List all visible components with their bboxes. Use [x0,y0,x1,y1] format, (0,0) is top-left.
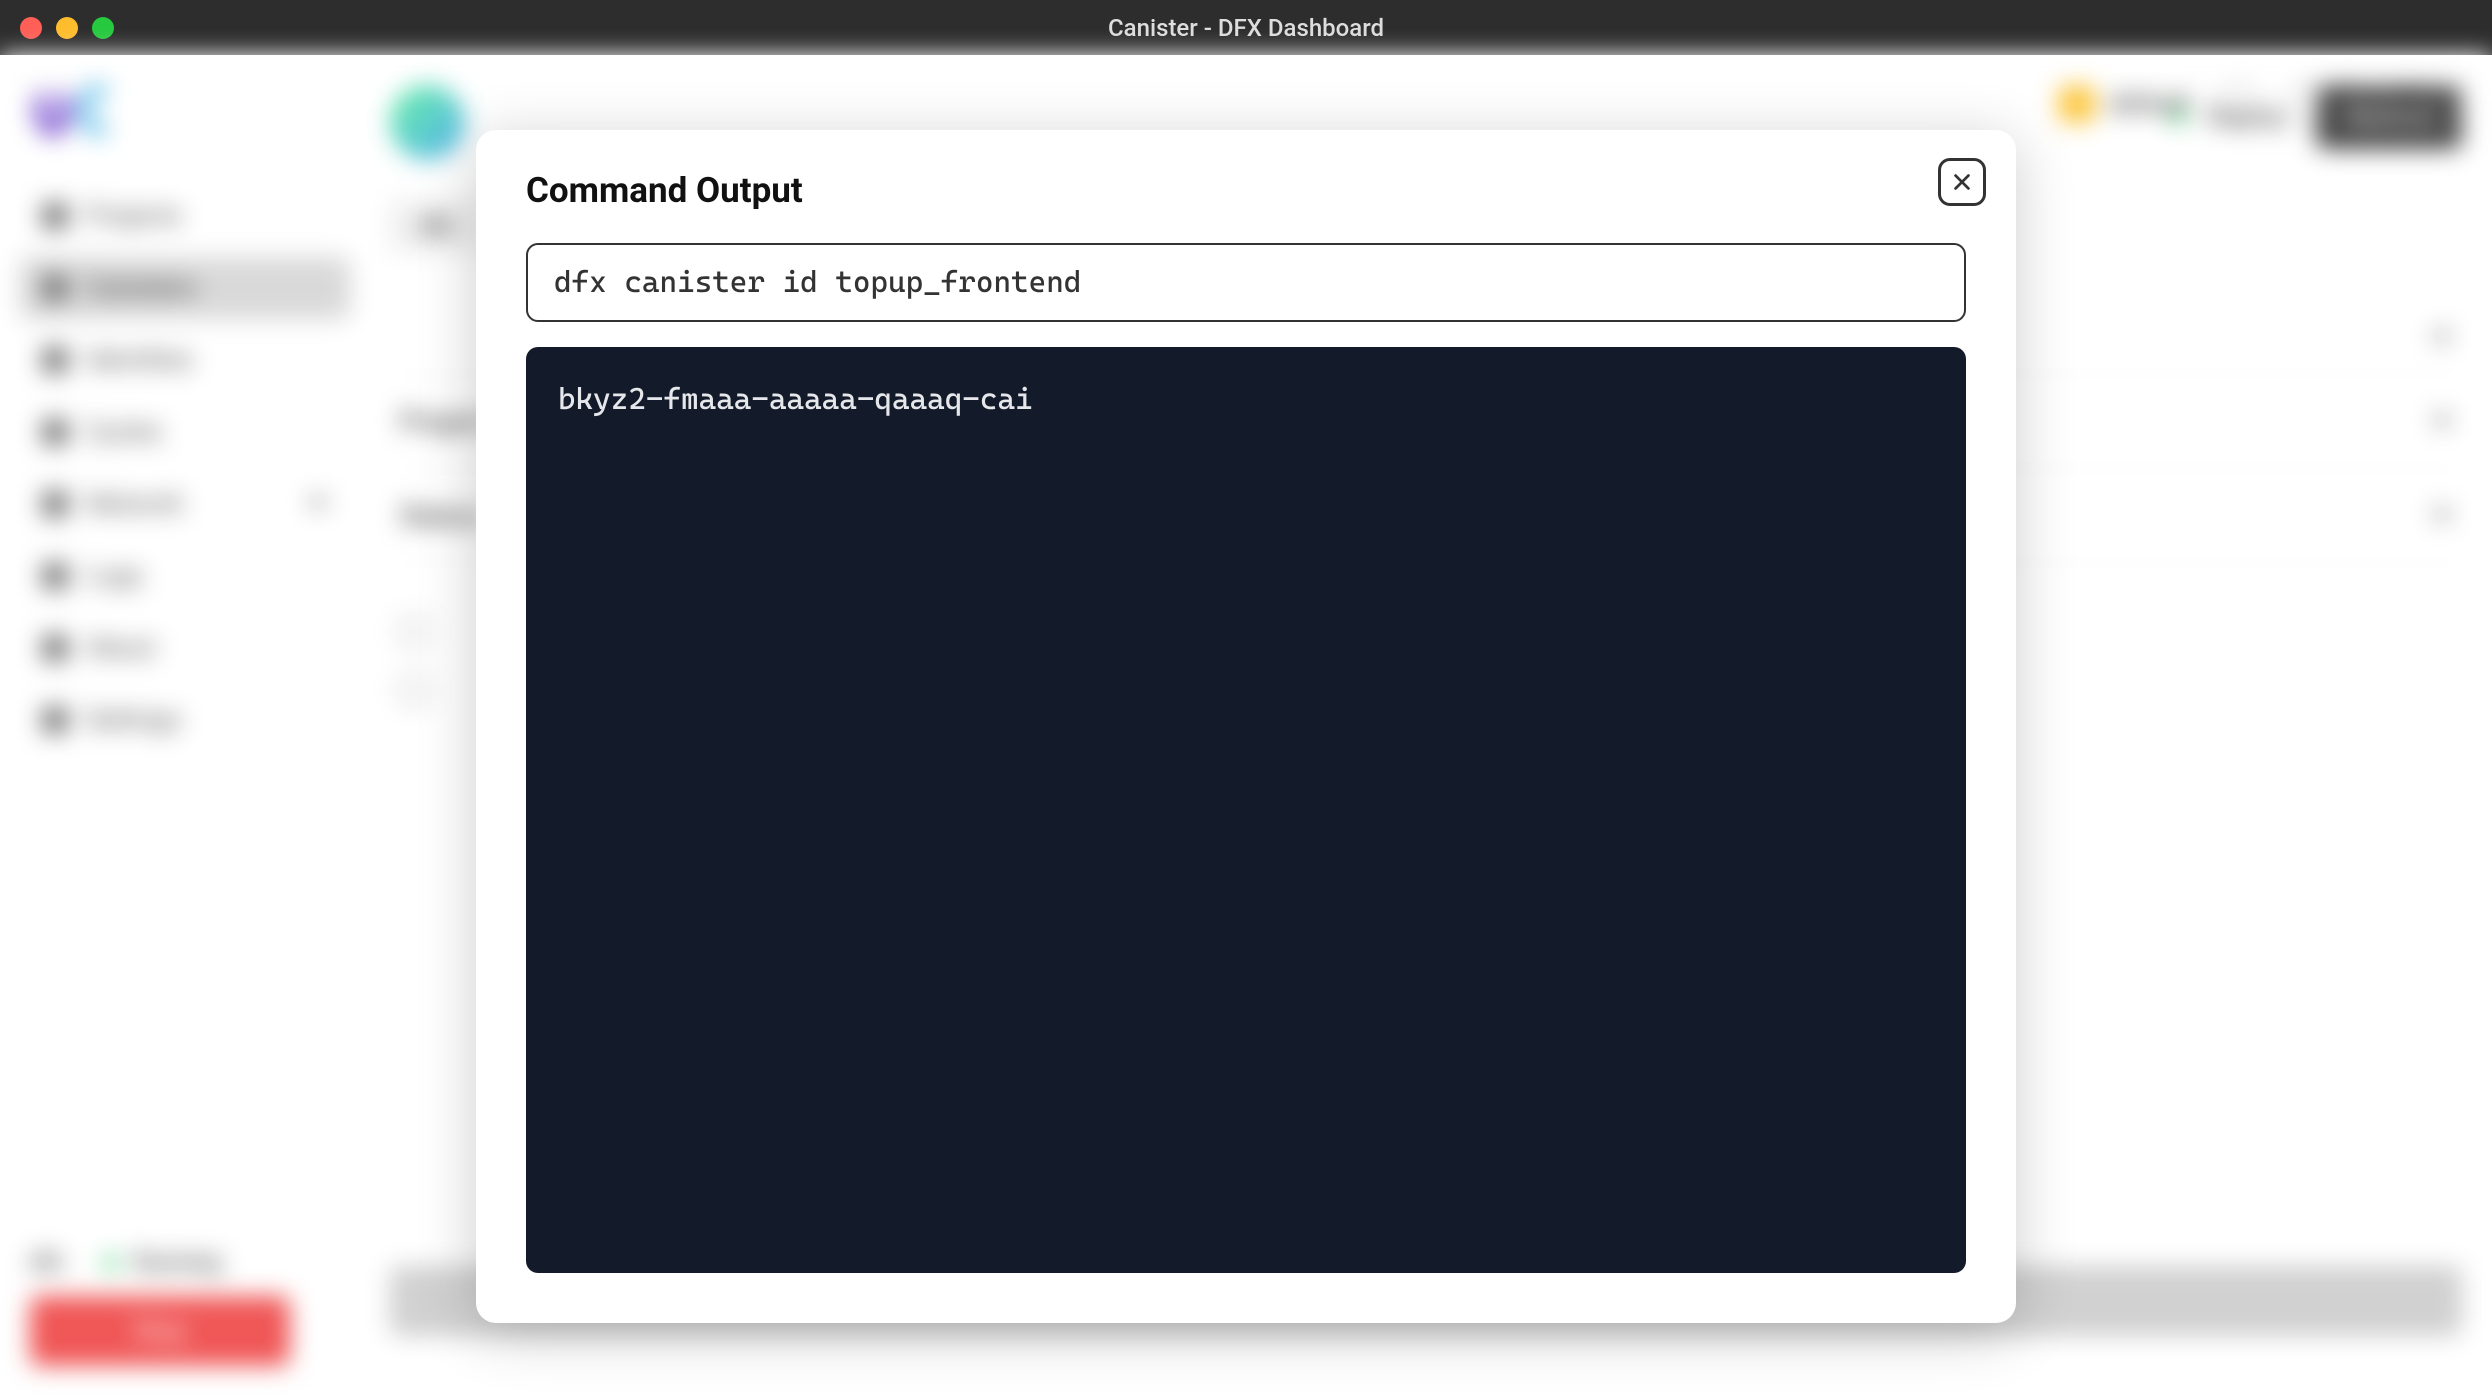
traffic-lights [20,17,114,39]
command-output-modal: Command Output dfx canister id topup_fro… [476,130,2016,1323]
close-icon [1951,171,1973,193]
titlebar: Canister - DFX Dashboard [0,0,2492,55]
window-title: Canister - DFX Dashboard [1108,14,1384,42]
window-minimize-button[interactable] [56,17,78,39]
modal-title: Command Output [526,170,1966,211]
window-close-button[interactable] [20,17,42,39]
modal-overlay: Command Output dfx canister id topup_fro… [0,55,2492,1396]
command-input[interactable]: dfx canister id topup_frontend [526,243,1966,322]
terminal-output: bkyz2-fmaaa-aaaaa-qaaaq-cai [526,347,1966,1273]
window-maximize-button[interactable] [92,17,114,39]
modal-close-button[interactable] [1938,158,1986,206]
